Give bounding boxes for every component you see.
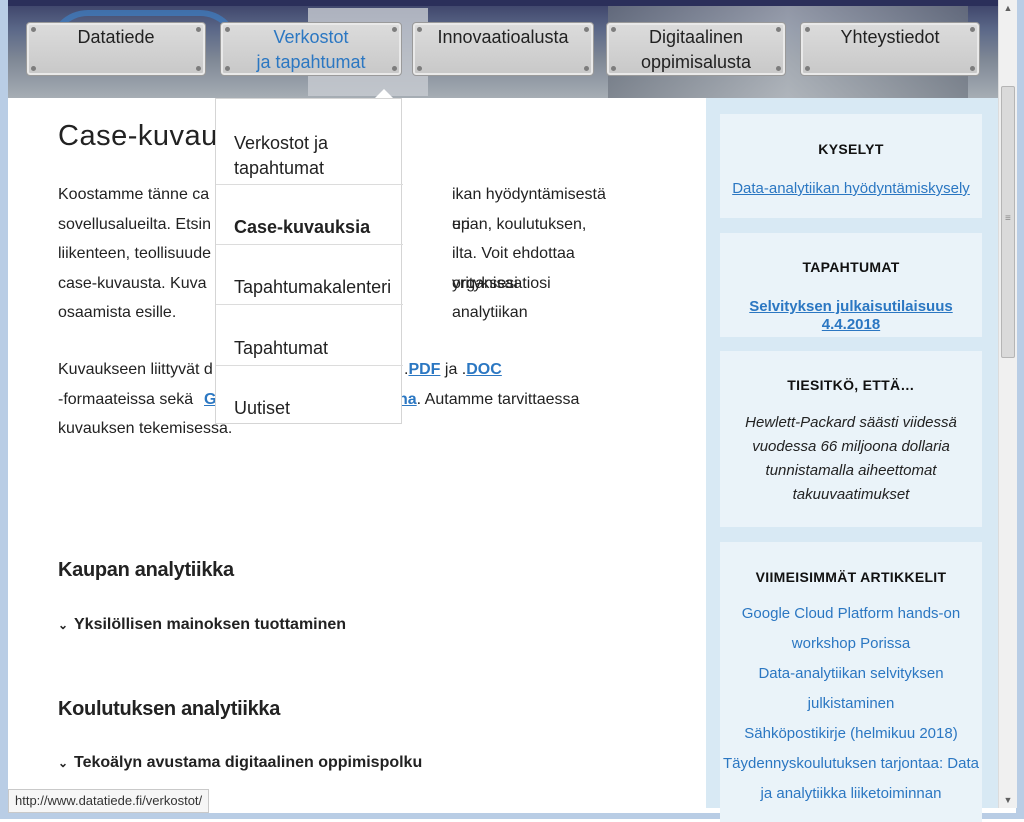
intro-text: upan, koulutuksen, xyxy=(452,215,587,233)
widget-title: VIIMEISIMMÄT ARTIKKELIT xyxy=(755,569,947,585)
rivet-icon xyxy=(776,27,781,32)
accordion-item-label: Yksilöllisen mainoksen tuottaminen xyxy=(74,616,347,633)
rivet-icon xyxy=(584,27,589,32)
dropdown-item-uutiset[interactable]: Uutiset xyxy=(216,396,403,423)
survey-link[interactable]: Data-analytiikan hyödyntämiskysely xyxy=(732,180,970,197)
window-frame-right xyxy=(1016,0,1024,819)
widget-title: TAPAHTUMAT xyxy=(802,259,900,275)
dropdown-item-tapahtumat[interactable]: Tapahtumat xyxy=(216,336,403,366)
rivet-icon xyxy=(196,66,201,71)
main-navigation: Datatiede Verkostot ja tapahtumat Innova… xyxy=(8,22,998,78)
intro-text: Koostamme tänne ca xyxy=(58,186,210,203)
dropdown-item-tapahtumakalenteri[interactable]: Tapahtumakalenteri xyxy=(216,275,403,305)
accordion-item-label: Tekoälyn avustama digitaalinen oppimispo… xyxy=(74,754,423,771)
nav-item-yhteystiedot[interactable]: Yhteystiedot xyxy=(800,22,980,76)
nav-item-innovaatioalusta[interactable]: Innovaatioalusta xyxy=(412,22,594,76)
nav-item-datatiede[interactable]: Datatiede xyxy=(26,22,206,76)
scroll-up-arrow-icon[interactable]: ▲ xyxy=(999,0,1017,16)
rivet-icon xyxy=(417,27,422,32)
sidebar: KYSELYT Data-analytiikan hyödyntämiskyse… xyxy=(706,98,998,822)
widget-title: TIESITKÖ, ETTÄ… xyxy=(787,377,915,393)
event-link[interactable]: Selvityksen julkaisutilaisuus 4.4.2018 xyxy=(749,298,952,333)
rivet-icon xyxy=(392,27,397,32)
widget-title: KYSELYT xyxy=(818,141,884,157)
scroll-down-arrow-icon[interactable]: ▼ xyxy=(999,792,1017,808)
rivet-icon xyxy=(584,66,589,71)
nav-label: Datatiede xyxy=(77,27,155,47)
rivet-icon xyxy=(392,66,397,71)
nav-label: Verkostot ja tapahtumat xyxy=(256,27,366,72)
dropdown-divider xyxy=(216,184,403,185)
rivet-icon xyxy=(805,66,810,71)
grip-icon: ≡ xyxy=(1005,213,1011,224)
rivet-icon xyxy=(225,27,230,32)
window-frame-left xyxy=(0,0,8,819)
rivet-icon xyxy=(970,27,975,32)
section-heading: Kaupan analytiikka xyxy=(58,559,234,581)
rivet-icon xyxy=(970,66,975,71)
nav-item-verkostot[interactable]: Verkostot ja tapahtumat xyxy=(220,22,402,76)
attachments-text: . Autamme tarvittaessa xyxy=(416,390,580,408)
did-you-know-widget: TIESITKÖ, ETTÄ… Hewlett-Packard säästi v… xyxy=(720,351,982,527)
rivet-icon xyxy=(611,27,616,32)
intro-text: liikenteen, teollisuude xyxy=(58,245,211,262)
chevron-down-icon: ⌄ xyxy=(58,618,69,632)
article-link[interactable]: Google Cloud Platform hands-on workshop … xyxy=(734,599,968,659)
latest-articles-widget: VIIMEISIMMÄT ARTIKKELIT Google Cloud Pla… xyxy=(720,542,982,822)
chevron-down-icon: ⌄ xyxy=(58,756,69,770)
intro-text: sovellusalueilta. Etsin xyxy=(58,215,211,233)
nav-label: Digitaalinen oppimisalusta xyxy=(640,27,752,72)
attachments-text: Kuvaukseen liittyvät d xyxy=(58,361,213,378)
nav-label: Innovaatioalusta xyxy=(437,27,569,47)
page-title: Case-kuvau xyxy=(58,120,218,152)
rivet-icon xyxy=(196,27,201,32)
nav-dropdown-menu: Verkostot ja tapahtumat Case-kuvauksia T… xyxy=(215,98,403,424)
attachments-text: -formaateissa sekä xyxy=(58,390,194,408)
nav-item-digitaalinen-oppimisalusta[interactable]: Digitaalinen oppimisalusta xyxy=(606,22,786,76)
accordion-item[interactable]: ⌄ Yksilöllisen mainoksen tuottaminen xyxy=(58,616,346,634)
rivet-icon xyxy=(225,66,230,71)
status-bar-url: http://www.datatiede.fi/verkostot/ xyxy=(8,789,210,813)
article-link[interactable]: Sähköpostikirje (helmikuu 2018) xyxy=(734,719,968,749)
rivet-icon xyxy=(776,66,781,71)
pdf-link[interactable]: PDF xyxy=(408,361,440,378)
dropdown-item-case-kuvauksia[interactable]: Case-kuvauksia xyxy=(216,215,403,245)
rivet-icon xyxy=(611,66,616,71)
surveys-widget: KYSELYT Data-analytiikan hyödyntämiskyse… xyxy=(720,114,982,218)
rivet-icon xyxy=(805,27,810,32)
attachments-text: kuvauksen tekemisessä. xyxy=(58,420,233,437)
events-widget: TAPAHTUMAT Selvityksen julkaisutilaisuus… xyxy=(720,233,982,337)
section-heading: Koulutuksen analytiikka xyxy=(58,698,281,720)
fact-text: Hewlett-Packard säästi viidessä vuodessa… xyxy=(745,414,957,503)
rivet-icon xyxy=(417,66,422,71)
rivet-icon xyxy=(31,66,36,71)
doc-link[interactable]: DOC xyxy=(466,361,502,378)
scrollbar-thumb[interactable]: ≡ xyxy=(1001,86,1015,358)
rivet-icon xyxy=(31,27,36,32)
nav-label: Yhteystiedot xyxy=(840,27,940,47)
intro-text: case-kuvausta. Kuva xyxy=(58,274,207,292)
article-link[interactable]: Täydennyskoulutuksen tarjontaa: Data ja … xyxy=(720,749,982,809)
vertical-scrollbar[interactable]: ▲ ≡ ▼ xyxy=(998,0,1017,808)
and-text: ja xyxy=(444,361,458,378)
accordion-item[interactable]: ⌄ Tekoälyn avustama digitaalinen oppimisp… xyxy=(58,754,422,772)
article-link[interactable]: Data-analytiikan selvityksen julkistamin… xyxy=(734,659,968,719)
dropdown-item-verkostot[interactable]: Verkostot ja tapahtumat xyxy=(216,131,356,184)
dropdown-pointer xyxy=(375,89,393,98)
intro-text: osaamista esille. xyxy=(58,304,177,321)
